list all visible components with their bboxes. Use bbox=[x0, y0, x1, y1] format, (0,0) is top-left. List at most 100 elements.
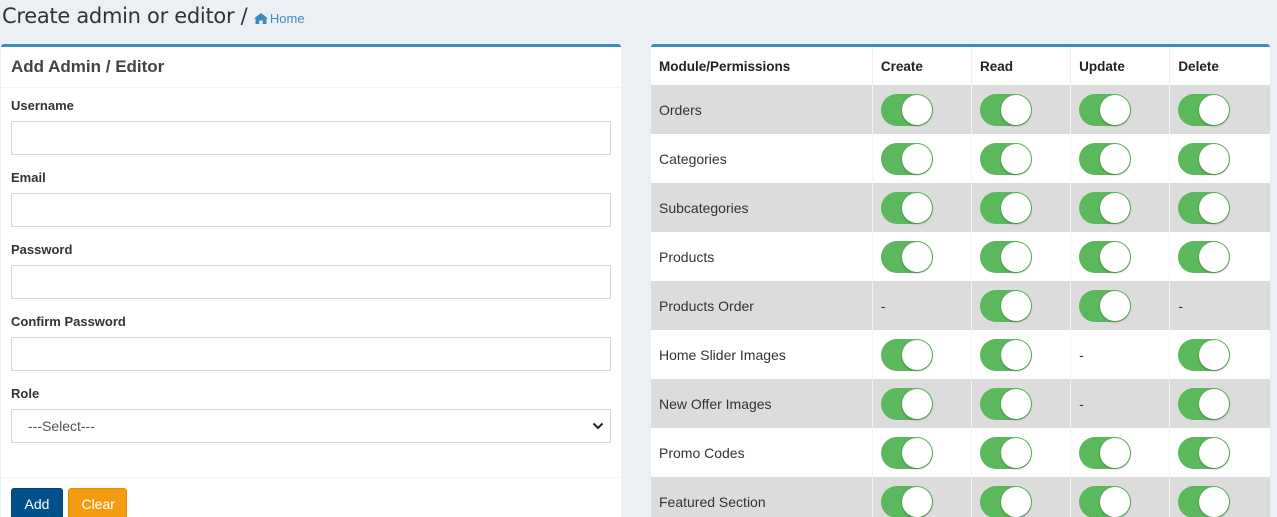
confirm-password-group: Confirm Password bbox=[11, 314, 611, 371]
toggle-create[interactable] bbox=[880, 436, 933, 469]
not-applicable-dash: - bbox=[1178, 297, 1183, 314]
clear-button[interactable]: Clear bbox=[68, 488, 128, 517]
toggle-update[interactable] bbox=[1079, 93, 1132, 126]
toggle-read[interactable] bbox=[980, 387, 1032, 420]
toggle-knob bbox=[901, 388, 932, 419]
module-name: New Offer Images bbox=[651, 379, 873, 428]
page-header: Create admin or editor / Home bbox=[2, 4, 305, 34]
toggle-create[interactable] bbox=[880, 93, 933, 126]
breadcrumb-home-link[interactable]: Home bbox=[270, 11, 305, 26]
toggle-knob bbox=[1001, 437, 1031, 468]
not-applicable-dash: - bbox=[1079, 346, 1084, 363]
toggle-update[interactable] bbox=[1079, 191, 1132, 224]
cell-delete bbox=[1169, 232, 1270, 281]
table-row: Featured Section bbox=[651, 477, 1270, 517]
toggle-knob bbox=[1199, 339, 1230, 370]
toggle-delete[interactable] bbox=[1178, 387, 1231, 420]
toggle-knob bbox=[1199, 388, 1230, 419]
username-label: Username bbox=[11, 98, 74, 113]
toggle-read[interactable] bbox=[980, 93, 1032, 126]
toggle-read[interactable] bbox=[980, 191, 1032, 224]
toggle-knob bbox=[1100, 143, 1131, 174]
module-name: Featured Section bbox=[651, 477, 873, 517]
toggle-create[interactable] bbox=[880, 240, 933, 273]
toggle-knob bbox=[1100, 437, 1131, 468]
cell-create: - bbox=[872, 281, 973, 330]
cell-delete bbox=[1169, 134, 1270, 183]
add-button[interactable]: Add bbox=[11, 488, 63, 517]
toggle-delete[interactable] bbox=[1178, 436, 1231, 469]
toggle-knob bbox=[1001, 339, 1031, 370]
toggle-read[interactable] bbox=[980, 436, 1032, 469]
toggle-delete[interactable] bbox=[1178, 93, 1231, 126]
home-icon bbox=[253, 13, 268, 24]
password-label: Password bbox=[11, 242, 73, 257]
email-input[interactable] bbox=[11, 193, 611, 227]
cell-read bbox=[971, 428, 1072, 477]
panel-header: Add Admin / Editor bbox=[1, 47, 621, 88]
cell-delete bbox=[1169, 428, 1270, 477]
permissions-body: Orders Categories Subcategories Products Pro… bbox=[651, 85, 1270, 517]
column-header-update: Update bbox=[1070, 47, 1171, 85]
confirm-password-input[interactable] bbox=[11, 337, 611, 371]
toggle-read[interactable] bbox=[980, 338, 1032, 371]
cell-read bbox=[971, 183, 1072, 232]
chevron-down-icon bbox=[592, 422, 604, 430]
toggle-delete[interactable] bbox=[1178, 191, 1231, 224]
permissions-table: Module/Permissions Create Read Update De… bbox=[651, 47, 1270, 517]
toggle-read[interactable] bbox=[980, 142, 1032, 175]
cell-create bbox=[872, 379, 973, 428]
module-name: Products Order bbox=[651, 281, 873, 330]
toggle-update[interactable] bbox=[1079, 289, 1132, 322]
cell-create bbox=[872, 232, 973, 281]
cell-update bbox=[1070, 232, 1171, 281]
toggle-knob bbox=[1100, 486, 1131, 517]
role-group: Role ---Select--- bbox=[11, 386, 611, 443]
toggle-create[interactable] bbox=[880, 387, 933, 420]
column-header-read: Read bbox=[971, 47, 1072, 85]
toggle-create[interactable] bbox=[880, 485, 933, 517]
toggle-update[interactable] bbox=[1079, 142, 1132, 175]
not-applicable-dash: - bbox=[1079, 395, 1084, 412]
toggle-delete[interactable] bbox=[1178, 338, 1231, 371]
toggle-create[interactable] bbox=[880, 191, 933, 224]
cell-delete bbox=[1169, 85, 1270, 134]
toggle-delete[interactable] bbox=[1178, 485, 1231, 517]
toggle-delete[interactable] bbox=[1178, 240, 1231, 273]
cell-delete bbox=[1169, 330, 1270, 379]
cell-delete: - bbox=[1169, 281, 1270, 330]
cell-create bbox=[872, 85, 973, 134]
column-header-delete: Delete bbox=[1178, 58, 1219, 74]
toggle-read[interactable] bbox=[980, 485, 1032, 517]
table-row: Products bbox=[651, 232, 1270, 281]
toggle-knob bbox=[901, 437, 932, 468]
toggle-create[interactable] bbox=[880, 338, 933, 371]
username-group: Username bbox=[11, 98, 611, 155]
password-input[interactable] bbox=[11, 265, 611, 299]
username-input[interactable] bbox=[11, 121, 611, 155]
table-row: New Offer Images - bbox=[651, 379, 1270, 428]
toggle-update[interactable] bbox=[1079, 240, 1132, 273]
page-title: Create admin or editor / bbox=[2, 4, 248, 28]
module-name: Promo Codes bbox=[651, 428, 873, 477]
toggle-create[interactable] bbox=[880, 142, 933, 175]
toggle-knob bbox=[1199, 143, 1230, 174]
toggle-update[interactable] bbox=[1079, 436, 1132, 469]
cell-read bbox=[971, 134, 1072, 183]
email-label: Email bbox=[11, 170, 46, 185]
toggle-update[interactable] bbox=[1079, 485, 1132, 517]
toggle-delete[interactable] bbox=[1178, 142, 1231, 175]
toggle-knob bbox=[1199, 486, 1230, 517]
module-name: Categories bbox=[651, 134, 873, 183]
not-applicable-dash: - bbox=[880, 297, 886, 314]
breadcrumb[interactable]: Home bbox=[253, 11, 305, 26]
toggle-read[interactable] bbox=[980, 240, 1032, 273]
add-admin-panel: Add Admin / Editor Username Email Passwo… bbox=[1, 44, 621, 517]
toggle-knob bbox=[901, 241, 932, 272]
cell-update bbox=[1070, 428, 1171, 477]
toggle-knob bbox=[1100, 290, 1131, 321]
toggle-knob bbox=[901, 143, 932, 174]
confirm-password-label: Confirm Password bbox=[11, 314, 126, 329]
toggle-read[interactable] bbox=[980, 289, 1032, 322]
role-select[interactable]: ---Select--- bbox=[11, 409, 611, 443]
